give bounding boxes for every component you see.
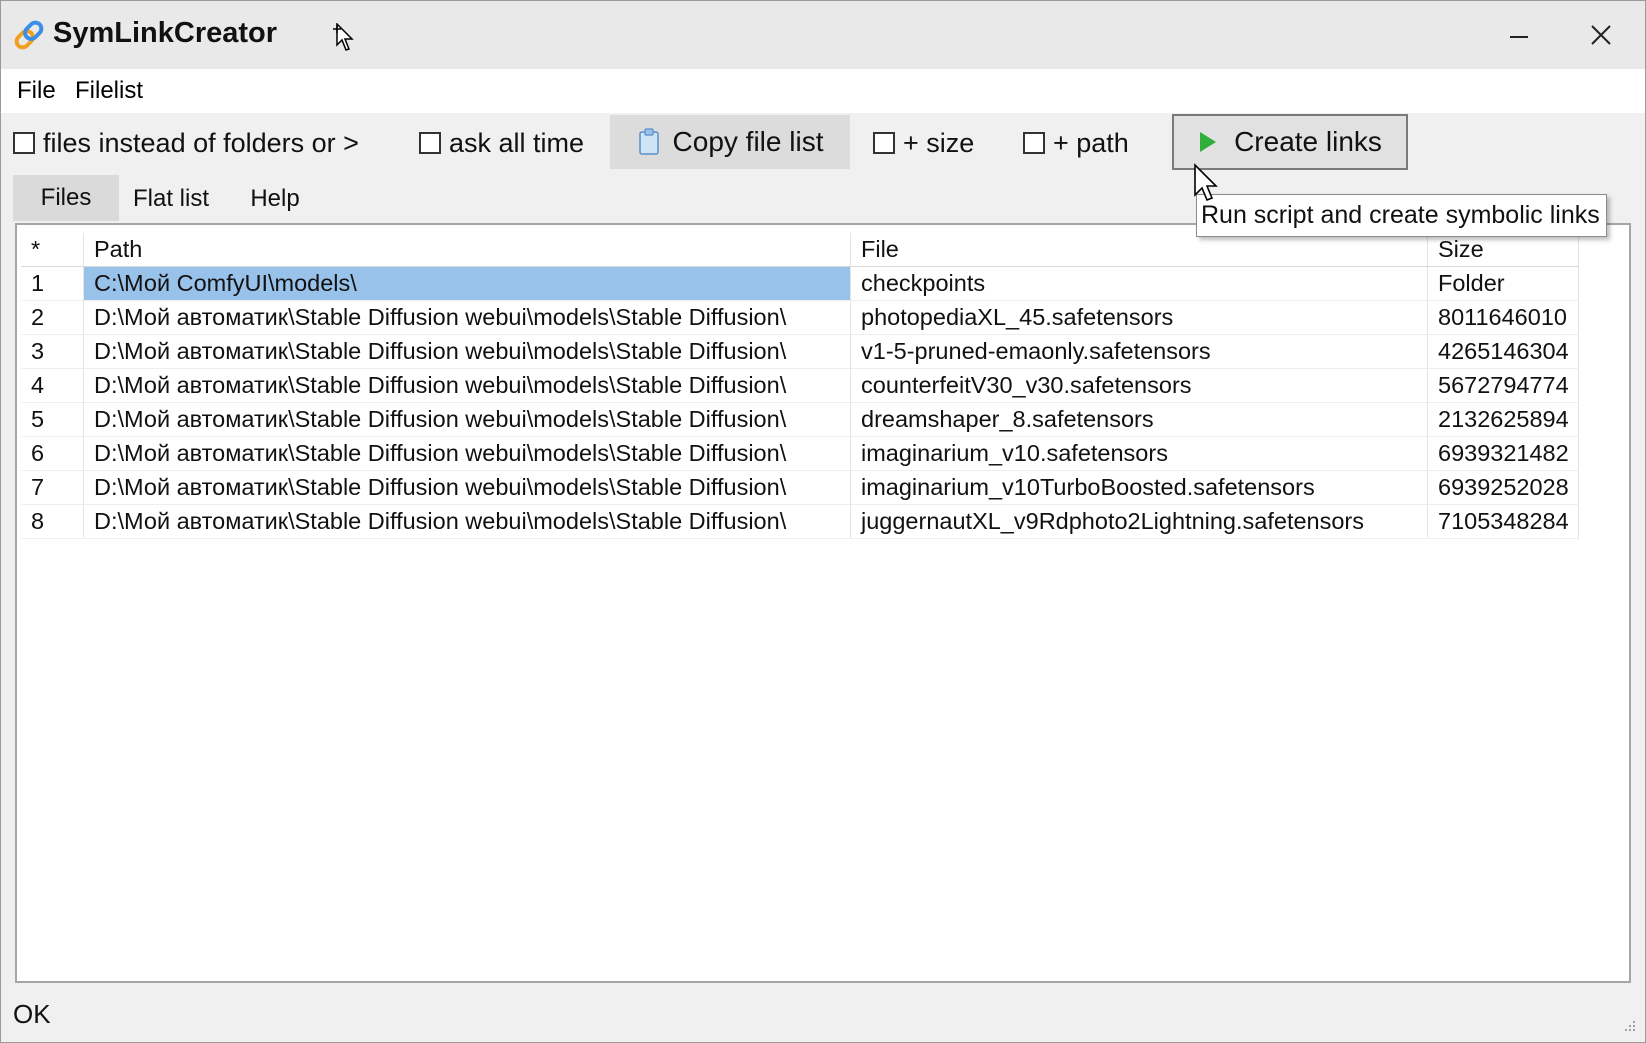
minimize-button[interactable] [1487, 9, 1551, 61]
tab-files[interactable]: Files [13, 175, 119, 221]
grid-header-row: * Path File Size [21, 233, 1579, 267]
link-icon [14, 20, 44, 50]
tab-help[interactable]: Help [223, 177, 327, 221]
row-index[interactable]: 6 [21, 436, 84, 471]
checkbox-box[interactable] [873, 132, 895, 154]
toolbar: files instead of folders or > ask all ti… [1, 113, 1645, 177]
row-index[interactable]: 3 [21, 334, 84, 369]
file-cell[interactable]: dreamshaper_8.safetensors [850, 402, 1428, 437]
size-cell[interactable]: 4265146304 [1427, 334, 1579, 369]
create-links-label: Create links [1234, 126, 1382, 157]
files-tab-page: * Path File Size 1 C:\Мой ComfyUI\models… [15, 223, 1631, 983]
file-grid[interactable]: * Path File Size 1 C:\Мой ComfyUI\models… [21, 233, 1579, 539]
row-index[interactable]: 2 [21, 300, 84, 335]
table-row[interactable]: 6 D:\Мой автоматик\Stable Diffusion webu… [21, 436, 1579, 471]
row-index[interactable]: 4 [21, 368, 84, 403]
size-cell[interactable]: 6939321482 [1427, 436, 1579, 471]
plus-size-checkbox[interactable]: + size [873, 127, 974, 159]
minimize-icon [1510, 36, 1528, 38]
file-cell[interactable]: counterfeitV30_v30.safetensors [850, 368, 1428, 403]
app-window: SymLinkCreator File Filelist files inste… [0, 0, 1646, 1043]
status-text: OK [13, 999, 51, 1029]
copy-file-list-button[interactable]: Copy file list [610, 115, 850, 169]
play-icon [1200, 132, 1217, 152]
size-cell[interactable]: Folder [1427, 266, 1579, 301]
resize-grip-icon[interactable] [1621, 1017, 1637, 1033]
close-icon [1591, 25, 1611, 45]
path-cell[interactable]: D:\Мой автоматик\Stable Diffusion webui\… [83, 436, 851, 471]
checkbox-box[interactable] [13, 132, 35, 154]
row-index[interactable]: 1 [21, 266, 84, 301]
create-links-button[interactable]: Create links [1172, 114, 1408, 170]
window-title: SymLinkCreator [53, 17, 278, 49]
path-cell[interactable]: D:\Мой автоматик\Stable Diffusion webui\… [83, 504, 851, 539]
table-row[interactable]: 3 D:\Мой автоматик\Stable Diffusion webu… [21, 334, 1579, 369]
move-cursor-icon [333, 23, 354, 51]
row-index[interactable]: 5 [21, 402, 84, 437]
size-cell[interactable]: 2132625894 [1427, 402, 1579, 437]
files-instead-checkbox[interactable]: files instead of folders or > [13, 127, 359, 159]
table-row[interactable]: 7 D:\Мой автоматик\Stable Diffusion webu… [21, 470, 1579, 505]
table-row[interactable]: 8 D:\Мой автоматик\Stable Diffusion webu… [21, 504, 1579, 539]
ask-all-time-checkbox[interactable]: ask all time [419, 127, 584, 159]
copy-file-list-label: Copy file list [672, 126, 824, 157]
size-cell[interactable]: 5672794774 [1427, 368, 1579, 403]
table-row[interactable]: 1 C:\Мой ComfyUI\models\ checkpoints Fol… [21, 266, 1579, 301]
close-button[interactable] [1569, 9, 1633, 61]
column-header-index[interactable]: * [21, 233, 84, 267]
tab-flat-list[interactable]: Flat list [119, 177, 223, 221]
column-header-size[interactable]: Size [1427, 233, 1579, 267]
checkbox-box[interactable] [1023, 132, 1045, 154]
table-row[interactable]: 4 D:\Мой автоматик\Stable Diffusion webu… [21, 368, 1579, 403]
path-cell[interactable]: D:\Мой автоматик\Stable Diffusion webui\… [83, 402, 851, 437]
plus-size-label: + size [903, 127, 975, 158]
column-header-path[interactable]: Path [83, 233, 851, 267]
file-cell[interactable]: v1-5-pruned-emaonly.safetensors [850, 334, 1428, 369]
table-row[interactable]: 5 D:\Мой автоматик\Stable Diffusion webu… [21, 402, 1579, 437]
status-bar: OK [1, 991, 1645, 1041]
file-cell[interactable]: imaginarium_v10TurboBoosted.safetensors [850, 470, 1428, 505]
menu-filelist[interactable]: Filelist [75, 77, 143, 105]
ask-all-time-label: ask all time [449, 127, 585, 158]
path-cell[interactable]: D:\Мой автоматик\Stable Diffusion webui\… [83, 334, 851, 369]
title-bar[interactable]: SymLinkCreator [1, 1, 1645, 69]
menu-bar: File Filelist [1, 69, 1645, 113]
path-cell[interactable]: D:\Мой автоматик\Stable Diffusion webui\… [83, 300, 851, 335]
file-cell[interactable]: juggernautXL_v9Rdphoto2Lightning.safeten… [850, 504, 1428, 539]
path-cell[interactable]: C:\Мой ComfyUI\models\ [83, 266, 851, 301]
create-links-tooltip: Run script and create symbolic links [1196, 194, 1607, 237]
plus-path-label: + path [1053, 127, 1129, 158]
file-cell[interactable]: imaginarium_v10.safetensors [850, 436, 1428, 471]
arrow-cursor-icon [1194, 163, 1218, 202]
plus-path-checkbox[interactable]: + path [1023, 127, 1129, 159]
file-cell[interactable]: checkpoints [850, 266, 1428, 301]
file-cell[interactable]: photopediaXL_45.safetensors [850, 300, 1428, 335]
size-cell[interactable]: 8011646010 [1427, 300, 1579, 335]
size-cell[interactable]: 6939252028 [1427, 470, 1579, 505]
menu-file[interactable]: File [17, 77, 56, 105]
path-cell[interactable]: D:\Мой автоматик\Stable Diffusion webui\… [83, 470, 851, 505]
size-cell[interactable]: 7105348284 [1427, 504, 1579, 539]
files-instead-label: files instead of folders or > [43, 127, 359, 158]
table-row[interactable]: 2 D:\Мой автоматик\Stable Diffusion webu… [21, 300, 1579, 335]
row-index[interactable]: 7 [21, 470, 84, 505]
path-cell[interactable]: D:\Мой автоматик\Stable Diffusion webui\… [83, 368, 851, 403]
checkbox-box[interactable] [419, 132, 441, 154]
row-index[interactable]: 8 [21, 504, 84, 539]
column-header-file[interactable]: File [850, 233, 1428, 267]
clipboard-icon [638, 128, 659, 155]
